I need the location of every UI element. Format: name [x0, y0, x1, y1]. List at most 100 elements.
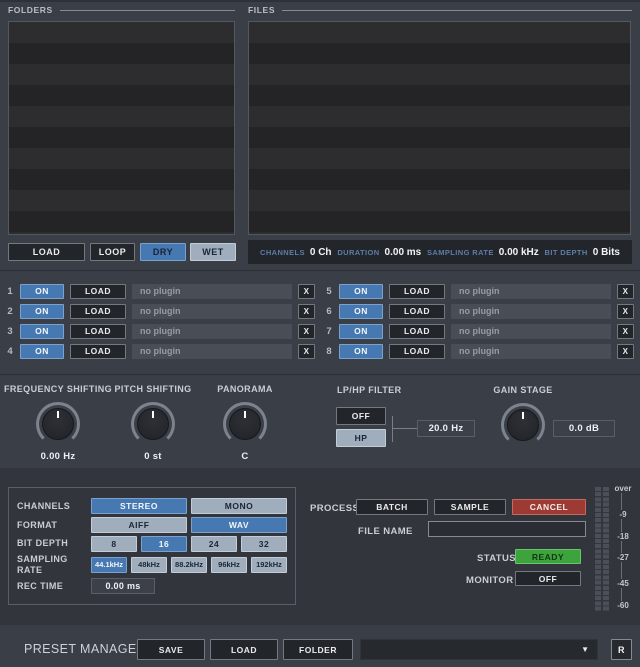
folders-list[interactable] — [8, 21, 235, 235]
preset-reset-button[interactable]: R — [611, 639, 632, 660]
slot-plugin-name[interactable]: no plugin — [132, 344, 292, 359]
bit-depth-option-24[interactable]: 24 — [191, 536, 237, 552]
channels-info-value: 0 Ch — [310, 247, 332, 258]
preset-manager-title: PRESET MANAGER — [24, 642, 146, 656]
plugin-rack-right: 5 ON LOAD no plugin X 6 ON LOAD no plugi… — [325, 281, 634, 361]
slot-plugin-name[interactable]: no plugin — [451, 344, 611, 359]
duration-info-value: 0.00 ms — [385, 247, 422, 258]
channels-setting-row: CHANNELS STEREO MONO — [17, 498, 287, 514]
file-name-label: FILE NAME — [358, 526, 413, 537]
files-header-rule — [282, 10, 632, 11]
slot-on-button[interactable]: ON — [20, 324, 64, 339]
status-label: STATUS — [477, 553, 516, 564]
slot-load-button[interactable]: LOAD — [70, 284, 126, 299]
format-option-aiff[interactable]: AIFF — [91, 517, 187, 533]
slot-remove-button[interactable]: X — [298, 304, 315, 319]
duration-info: DURATION 0.00 ms — [337, 247, 421, 258]
bit-depth-option-16[interactable]: 16 — [141, 536, 187, 552]
slot-load-button[interactable]: LOAD — [389, 284, 445, 299]
slot-plugin-name[interactable]: no plugin — [451, 304, 611, 319]
slot-load-button[interactable]: LOAD — [389, 324, 445, 339]
rec-time-setting-row: REC TIME 0.00 ms — [17, 578, 287, 594]
files-list[interactable] — [248, 21, 631, 235]
slot-remove-button[interactable]: X — [617, 324, 634, 339]
sampling-rate-option-88-2[interactable]: 88.2kHz — [171, 557, 207, 573]
gain-knob[interactable] — [501, 403, 545, 447]
slot-on-button[interactable]: ON — [339, 284, 383, 299]
slot-on-button[interactable]: ON — [20, 284, 64, 299]
frequency-value: 0.00 Hz — [41, 451, 76, 462]
sampling-rate-options: 44.1kHz 48kHz 88.2kHz 96kHz 192kHz — [91, 557, 287, 573]
channels-option-mono[interactable]: MONO — [191, 498, 287, 514]
slot-remove-button[interactable]: X — [298, 284, 315, 299]
slot-load-button[interactable]: LOAD — [70, 344, 126, 359]
slot-load-button[interactable]: LOAD — [389, 344, 445, 359]
plugin-slot-7: 7 ON LOAD no plugin X — [325, 321, 634, 341]
rec-time-value[interactable]: 0.00 ms — [91, 578, 155, 594]
slot-number: 2 — [6, 306, 14, 317]
loop-button[interactable]: LOOP — [90, 243, 135, 261]
slot-on-button[interactable]: ON — [339, 324, 383, 339]
preset-load-button[interactable]: LOAD — [210, 639, 278, 660]
chevron-down-icon: ▼ — [581, 645, 589, 654]
meter-label-60: -60 — [611, 601, 635, 610]
sample-button[interactable]: SAMPLE — [434, 499, 506, 515]
slot-plugin-name[interactable]: no plugin — [451, 324, 611, 339]
filter-bracket-vertical — [392, 416, 393, 442]
slot-plugin-name[interactable]: no plugin — [132, 284, 292, 299]
slot-on-button[interactable]: ON — [339, 304, 383, 319]
slot-load-button[interactable]: LOAD — [70, 304, 126, 319]
plugin-slot-8: 8 ON LOAD no plugin X — [325, 341, 634, 361]
rec-time-setting-label: REC TIME — [17, 581, 91, 591]
slot-number: 1 — [6, 286, 14, 297]
meter-label-over: over — [609, 484, 637, 493]
slot-remove-button[interactable]: X — [617, 304, 634, 319]
slot-on-button[interactable]: ON — [20, 344, 64, 359]
dry-button[interactable]: DRY — [140, 243, 186, 261]
channels-info: CHANNELS 0 Ch — [260, 247, 332, 258]
slot-plugin-name[interactable]: no plugin — [451, 284, 611, 299]
slot-load-button[interactable]: LOAD — [70, 324, 126, 339]
channels-option-stereo[interactable]: STEREO — [91, 498, 187, 514]
wet-button[interactable]: WET — [190, 243, 236, 261]
gain-value[interactable]: 0.0 dB — [553, 420, 615, 437]
plugin-slot-4: 4 ON LOAD no plugin X — [6, 341, 315, 361]
sampling-rate-option-48[interactable]: 48kHz — [131, 557, 167, 573]
format-setting-label: FORMAT — [17, 520, 91, 530]
filter-hp-button[interactable]: HP — [336, 429, 386, 447]
panorama-knob[interactable] — [223, 402, 267, 446]
pitch-knob[interactable] — [131, 402, 175, 446]
slot-remove-button[interactable]: X — [617, 284, 634, 299]
file-name-input[interactable] — [428, 521, 586, 537]
sampling-rate-option-192[interactable]: 192kHz — [251, 557, 287, 573]
slot-remove-button[interactable]: X — [298, 344, 315, 359]
batch-button[interactable]: BATCH — [356, 499, 428, 515]
preset-save-button[interactable]: SAVE — [137, 639, 205, 660]
slot-plugin-name[interactable]: no plugin — [132, 304, 292, 319]
cancel-button[interactable]: CANCEL — [512, 499, 586, 515]
slot-plugin-name[interactable]: no plugin — [132, 324, 292, 339]
pitch-value: 0 st — [144, 451, 162, 462]
load-folder-button[interactable]: LOAD — [8, 243, 85, 261]
slot-load-button[interactable]: LOAD — [389, 304, 445, 319]
monitor-toggle[interactable]: OFF — [515, 571, 581, 586]
preset-folder-button[interactable]: FOLDER — [283, 639, 353, 660]
slot-on-button[interactable]: ON — [20, 304, 64, 319]
channels-options: STEREO MONO — [91, 498, 287, 514]
slot-remove-button[interactable]: X — [298, 324, 315, 339]
preset-select-dropdown[interactable]: ▼ — [360, 639, 598, 660]
slot-remove-button[interactable]: X — [617, 344, 634, 359]
format-option-wav[interactable]: WAV — [191, 517, 287, 533]
meter-label-18: -18 — [611, 532, 635, 541]
slot-on-button[interactable]: ON — [339, 344, 383, 359]
filter-off-button[interactable]: OFF — [336, 407, 386, 425]
sampling-rate-option-44-1[interactable]: 44.1kHz — [91, 557, 127, 573]
sampling-rate-option-96[interactable]: 96kHz — [211, 557, 247, 573]
bit-depth-option-32[interactable]: 32 — [241, 536, 287, 552]
filter-frequency-value[interactable]: 20.0 Hz — [417, 420, 475, 437]
frequency-knob[interactable] — [36, 402, 80, 446]
bit-depth-option-8[interactable]: 8 — [91, 536, 137, 552]
format-options: AIFF WAV — [91, 517, 287, 533]
folders-header: FOLDERS — [8, 5, 235, 15]
channels-setting-label: CHANNELS — [17, 501, 91, 511]
